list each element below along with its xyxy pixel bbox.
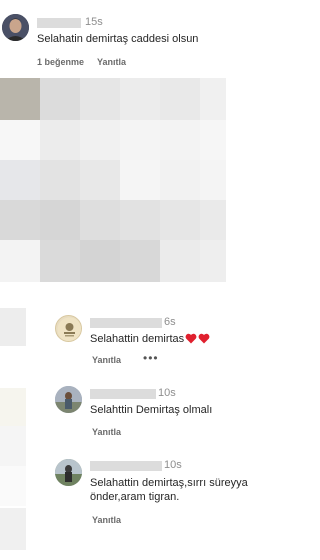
like-count[interactable]: 1 beğenme bbox=[37, 57, 84, 67]
avatar[interactable] bbox=[2, 14, 29, 41]
redacted-strip bbox=[0, 508, 26, 550]
avatar[interactable] bbox=[55, 459, 82, 486]
heart-icon bbox=[185, 333, 197, 344]
reply-button[interactable]: Yanıtla bbox=[92, 515, 121, 525]
comment-time: 15s bbox=[85, 16, 103, 28]
reply-button[interactable]: Yanıtla bbox=[92, 427, 121, 437]
reply-time: 10s bbox=[158, 387, 176, 399]
reply-button[interactable]: Yanıtla bbox=[92, 355, 121, 365]
username-redacted bbox=[37, 18, 81, 28]
reply-text-line-2: önder,aram tigran. bbox=[90, 491, 180, 503]
reply-text: Selahattin demirtas bbox=[90, 332, 210, 346]
reply-text: Selahttin Demirtaş olmalı bbox=[90, 404, 213, 416]
user-avatar-icon bbox=[55, 386, 82, 413]
reply-button[interactable]: Yanıtla bbox=[97, 57, 126, 67]
user-avatar-icon bbox=[2, 14, 29, 41]
reply-text-line-1: Selahattin demirtaş,sırrı süreyya bbox=[90, 477, 248, 489]
username-redacted bbox=[90, 389, 156, 399]
user-avatar-icon bbox=[55, 459, 82, 486]
redacted-strip bbox=[0, 388, 26, 426]
username-redacted bbox=[90, 318, 162, 328]
heart-icon bbox=[198, 333, 210, 344]
emblem-avatar-icon bbox=[57, 317, 81, 341]
reply-time: 6s bbox=[164, 316, 176, 328]
redacted-strip bbox=[0, 426, 26, 466]
redacted-mosaic bbox=[0, 78, 226, 282]
avatar[interactable] bbox=[55, 386, 82, 413]
reply-time: 10s bbox=[164, 459, 182, 471]
username-redacted bbox=[90, 461, 162, 471]
redacted-strip bbox=[0, 466, 26, 506]
avatar[interactable] bbox=[55, 315, 82, 342]
redacted-strip bbox=[0, 308, 26, 346]
comment-text: Selahatin demirtaş caddesi olsun bbox=[37, 33, 199, 45]
reply-text-content: Selahattin demirtas bbox=[90, 333, 185, 345]
more-options-icon[interactable]: ••• bbox=[143, 351, 159, 365]
